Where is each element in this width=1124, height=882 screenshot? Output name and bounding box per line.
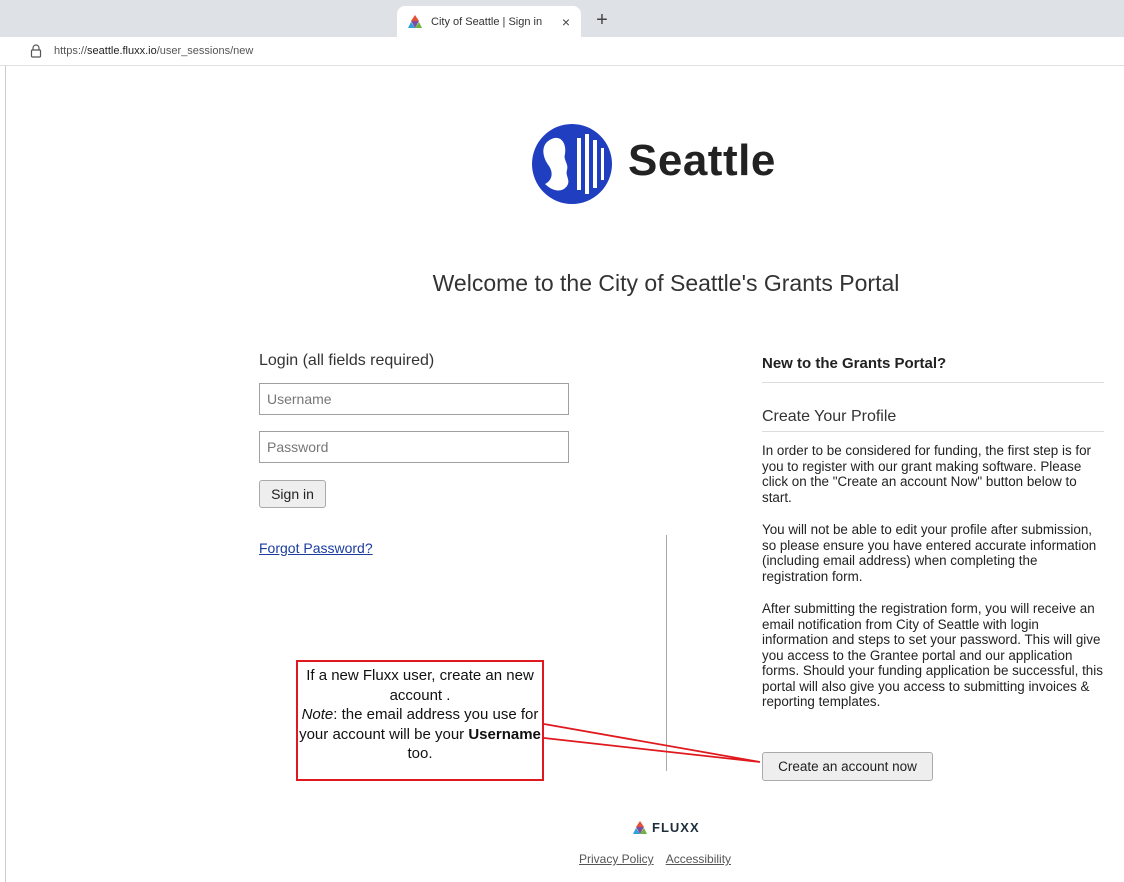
- intro-paragraph: In order to be considered for funding, t…: [762, 443, 1091, 505]
- footer-links: Privacy Policy Accessibility: [579, 852, 743, 866]
- sign-in-button[interactable]: Sign in: [259, 480, 326, 508]
- lock-icon: [30, 44, 42, 58]
- page-title: Welcome to the City of Seattle's Grants …: [432, 270, 900, 296]
- browser-tabstrip: City of Seattle | Sign in × +: [0, 0, 1124, 37]
- password-input[interactable]: [259, 431, 569, 463]
- new-user-panel: New to the Grants Portal? Create Your Pr…: [762, 355, 1104, 710]
- callout-username-word: Username: [468, 725, 541, 743]
- url-text[interactable]: https://seattle.fluxx.io/user_sessions/n…: [54, 45, 253, 57]
- create-account-button[interactable]: Create an account now: [762, 752, 933, 781]
- fluxx-brand-text: FLUXX: [652, 820, 700, 835]
- callout-line3: too.: [407, 745, 433, 762]
- page-frame-line: [5, 66, 6, 882]
- privacy-policy-link[interactable]: Privacy Policy: [579, 852, 654, 866]
- seattle-logo-text: Seattle: [628, 136, 776, 185]
- new-tab-button[interactable]: +: [590, 9, 614, 33]
- login-heading: Login (all fields required): [259, 352, 435, 369]
- forgot-password-link[interactable]: Forgot Password?: [259, 540, 373, 556]
- callout-line1: If a new Fluxx user, create an new accou…: [306, 667, 534, 704]
- username-input[interactable]: [259, 383, 569, 415]
- callout-note-label: Note: [301, 706, 334, 723]
- tab-title: City of Seattle | Sign in: [431, 15, 543, 28]
- fluxx-logo-icon: [633, 820, 647, 834]
- column-divider: [666, 535, 667, 771]
- tab-close-icon[interactable]: ×: [557, 14, 575, 30]
- browser-tab[interactable]: City of Seattle | Sign in ×: [397, 6, 581, 37]
- registration-info-paragraph: After submitting the registration form, …: [762, 601, 1103, 709]
- address-bar[interactable]: https://seattle.fluxx.io/user_sessions/n…: [0, 37, 1124, 66]
- fluxx-favicon-icon: [408, 14, 422, 28]
- new-user-heading: New to the Grants Portal?: [762, 355, 1104, 383]
- annotation-callout: If a new Fluxx user, create an new accou…: [296, 660, 544, 781]
- accessibility-link[interactable]: Accessibility: [666, 852, 731, 866]
- profile-warning-paragraph: You will not be able to edit your profil…: [762, 522, 1097, 584]
- fluxx-footer-logo: FLUXX: [632, 820, 700, 835]
- seattle-logo-icon: [532, 124, 612, 204]
- create-profile-heading: Create Your Profile: [762, 408, 1104, 432]
